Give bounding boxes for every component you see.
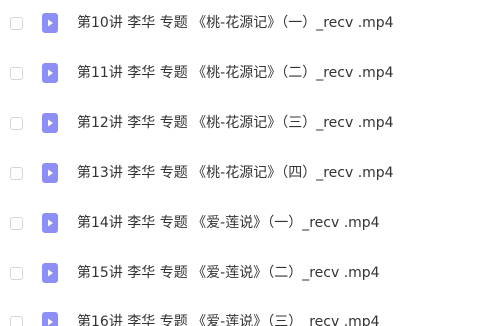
row-checkbox[interactable] (10, 267, 23, 280)
row-checkbox[interactable] (10, 17, 23, 30)
video-file-icon (42, 163, 58, 183)
video-file-icon (42, 13, 58, 33)
file-row[interactable]: 第10讲 李华 专题 《桃-花源记》（一）_recv .mp4 (0, 8, 478, 42)
file-name[interactable]: 第11讲 李华 专题 《桃-花源记》（二）_recv .mp4 (77, 63, 394, 83)
file-name[interactable]: 第10讲 李华 专题 《桃-花源记》（一）_recv .mp4 (77, 13, 394, 33)
file-row[interactable]: 第16讲 李华 专题 《爱-莲说》（三）_recv .mp4 (0, 307, 478, 326)
file-list: 第10讲 李华 专题 《桃-花源记》（一）_recv .mp4 第11讲 李华 … (0, 0, 478, 326)
row-checkbox[interactable] (10, 167, 23, 180)
file-name[interactable]: 第12讲 李华 专题 《桃-花源记》（三）_recv .mp4 (77, 113, 394, 133)
row-checkbox[interactable] (10, 316, 23, 326)
file-name[interactable]: 第13讲 李华 专题 《桃-花源记》（四）_recv .mp4 (77, 163, 394, 183)
file-row[interactable]: 第13讲 李华 专题 《桃-花源记》（四）_recv .mp4 (0, 158, 478, 192)
file-name[interactable]: 第15讲 李华 专题 《爱-莲说》（二）_recv .mp4 (77, 263, 380, 283)
video-file-icon (42, 213, 58, 233)
video-file-icon (42, 263, 58, 283)
row-checkbox[interactable] (10, 117, 23, 130)
file-name[interactable]: 第14讲 李华 专题 《爱-莲说》（一）_recv .mp4 (77, 213, 380, 233)
row-checkbox[interactable] (10, 217, 23, 230)
file-row[interactable]: 第11讲 李华 专题 《桃-花源记》（二）_recv .mp4 (0, 58, 478, 92)
file-row[interactable]: 第15讲 李华 专题 《爱-莲说》（二）_recv .mp4 (0, 258, 478, 292)
file-row[interactable]: 第14讲 李华 专题 《爱-莲说》（一）_recv .mp4 (0, 208, 478, 242)
video-file-icon (42, 63, 58, 83)
file-name[interactable]: 第16讲 李华 专题 《爱-莲说》（三）_recv .mp4 (77, 312, 380, 326)
file-row[interactable]: 第12讲 李华 专题 《桃-花源记》（三）_recv .mp4 (0, 108, 478, 142)
row-checkbox[interactable] (10, 67, 23, 80)
video-file-icon (42, 113, 58, 133)
video-file-icon (42, 312, 58, 326)
